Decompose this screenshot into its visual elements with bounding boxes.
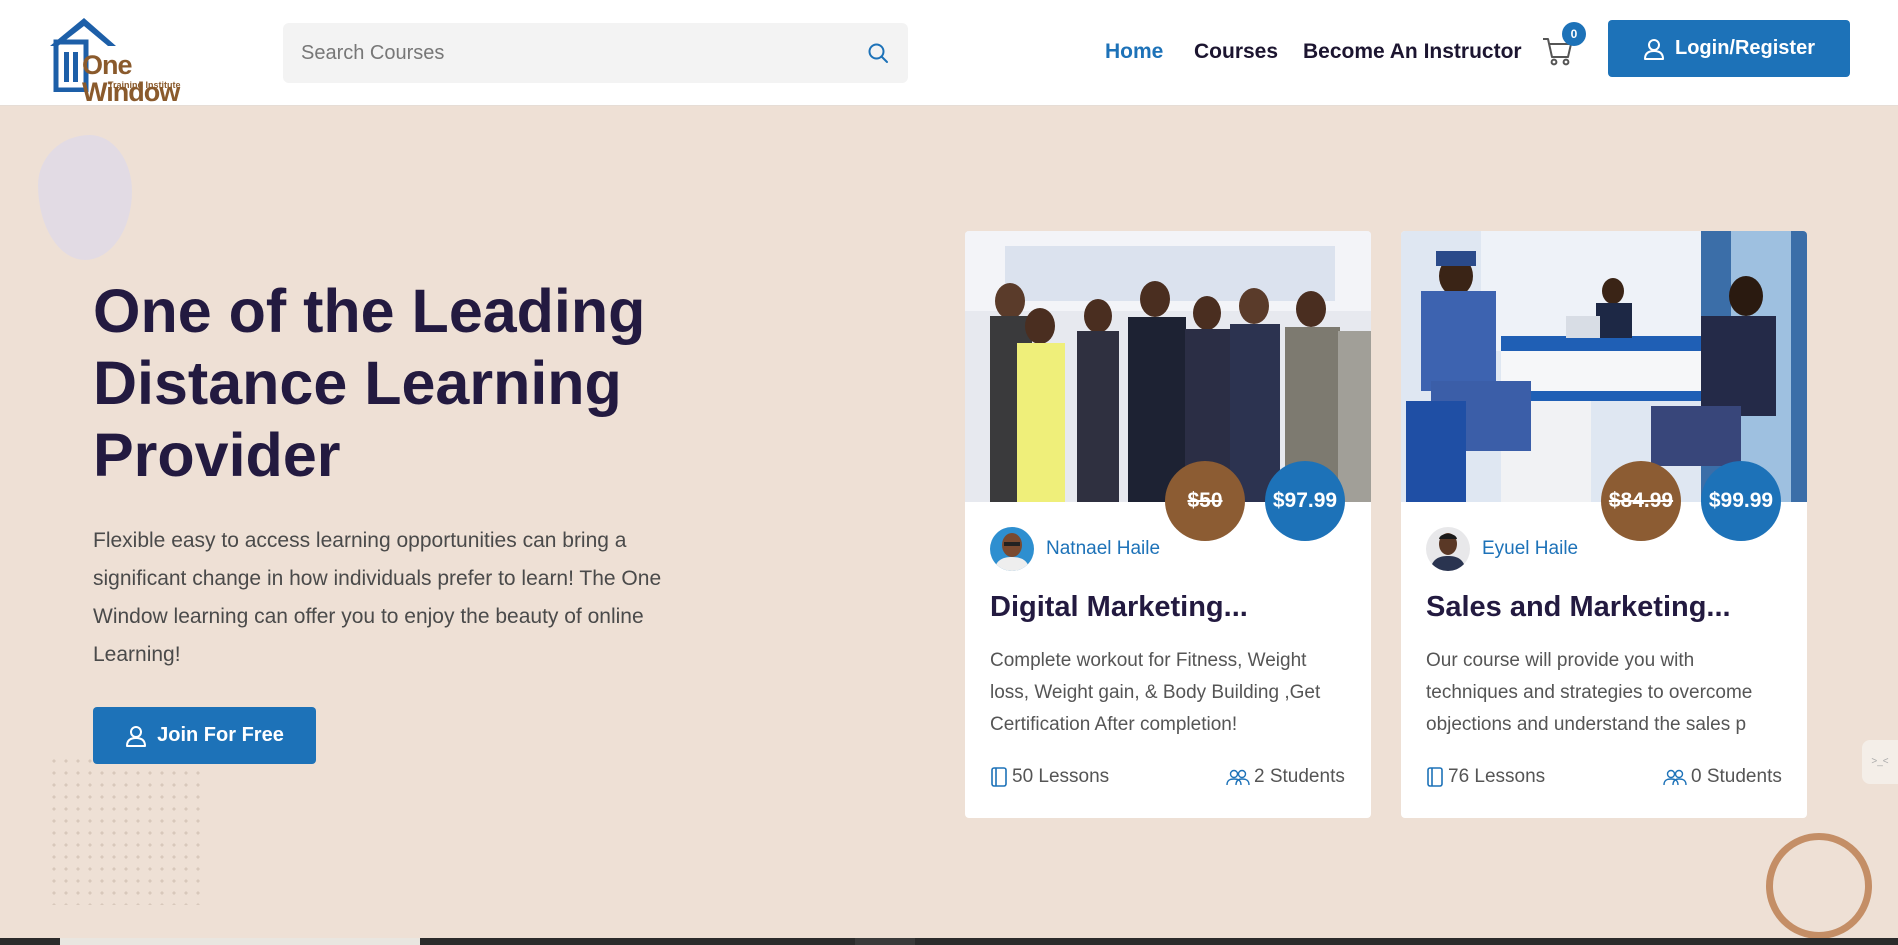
site-header: One Window Training Institute Home Cours… xyxy=(0,0,1898,106)
lesson-count: 76 Lessons xyxy=(1426,766,1545,788)
user-icon xyxy=(1643,38,1664,60)
new-price-badge: $99.99 xyxy=(1701,461,1781,541)
bottom-strip xyxy=(0,938,1898,945)
student-count: 2 Students xyxy=(1226,766,1345,788)
decorative-blob xyxy=(38,135,132,260)
book-icon xyxy=(991,767,1007,787)
search-input[interactable] xyxy=(283,23,908,83)
search-bar xyxy=(283,23,908,83)
side-widget-tab[interactable]: >_< xyxy=(1862,740,1898,784)
hero-description: Flexible easy to access learning opportu… xyxy=(93,529,662,666)
user-icon xyxy=(126,725,147,747)
course-card[interactable]: $50 $97.99 Natnael Haile Digital Marketi… xyxy=(965,231,1371,818)
login-register-button[interactable]: Login/Register xyxy=(1608,20,1850,77)
lesson-count-label: 76 Lessons xyxy=(1448,766,1546,787)
course-card[interactable]: $84.99 $99.99 Eyuel Haile Sales and Mark… xyxy=(1401,231,1807,818)
join-for-free-button[interactable]: Join For Free xyxy=(93,707,316,764)
nav-become-instructor[interactable]: Become An Instructor xyxy=(1303,40,1522,64)
students-icon xyxy=(1226,769,1250,786)
new-price-badge: $97.99 xyxy=(1265,461,1345,541)
student-count: 0 Students xyxy=(1663,766,1782,788)
hero-title: One of the Leading Distance Learning Pro… xyxy=(93,277,646,489)
course-title[interactable]: Sales and Marketing... xyxy=(1426,591,1731,624)
instructor-avatar[interactable] xyxy=(1426,527,1470,571)
logo-text: One Window xyxy=(82,50,180,107)
login-register-label: Login/Register xyxy=(1674,37,1815,59)
course-title[interactable]: Digital Marketing... xyxy=(990,591,1248,624)
nav-home[interactable]: Home xyxy=(1105,40,1163,64)
instructor-name[interactable]: Eyuel Haile xyxy=(1482,538,1578,560)
search-icon[interactable] xyxy=(866,41,890,65)
instructor-avatar[interactable] xyxy=(990,527,1034,571)
old-price-badge: $84.99 xyxy=(1601,461,1681,541)
lesson-count-label: 50 Lessons xyxy=(1012,766,1110,787)
old-price-badge: $50 xyxy=(1165,461,1245,541)
student-count-label: 0 Students xyxy=(1691,766,1782,787)
decorative-dot-grid xyxy=(48,755,203,905)
nav-courses[interactable]: Courses xyxy=(1194,40,1278,64)
course-description: Our course will provide you with techniq… xyxy=(1426,650,1753,735)
site-logo[interactable]: One Window Training Institute xyxy=(46,12,206,106)
student-count-label: 2 Students xyxy=(1254,766,1345,787)
students-icon xyxy=(1663,769,1687,786)
cart-count-badge: 0 xyxy=(1562,22,1586,46)
instructor-name[interactable]: Natnael Haile xyxy=(1046,538,1160,560)
lesson-count: 50 Lessons xyxy=(990,766,1109,788)
course-description: Complete workout for Fitness, Weight los… xyxy=(990,650,1321,735)
join-for-free-label: Join For Free xyxy=(157,724,284,746)
logo-subtext: Training Institute xyxy=(108,80,181,90)
book-icon xyxy=(1427,767,1443,787)
decorative-ring xyxy=(1766,833,1872,939)
